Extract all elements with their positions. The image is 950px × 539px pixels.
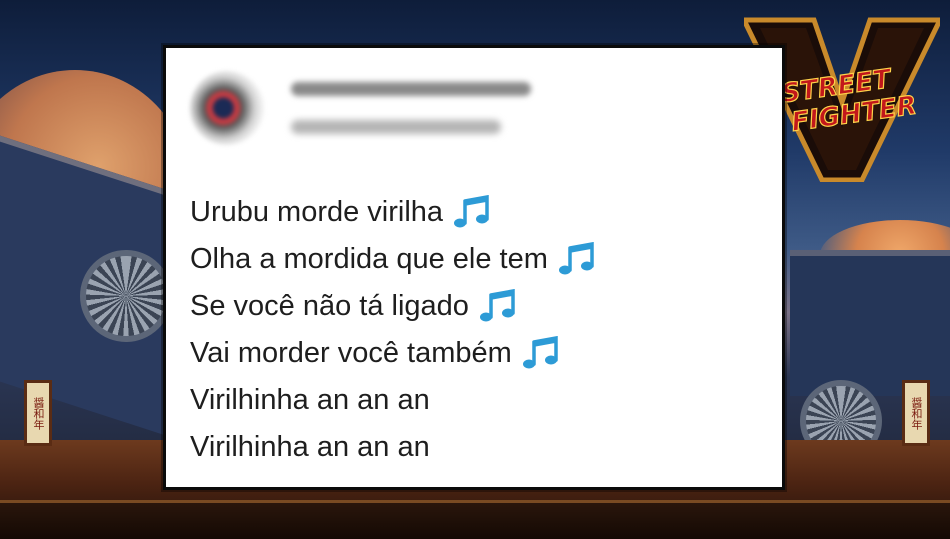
tweet-line-text: Urubu morde virilha [190,195,444,228]
stage-rail [0,500,950,539]
tweet-line-text: Vai morder você também [190,336,512,369]
temple-roof-right [790,250,950,396]
username-blurred[interactable] [291,120,501,134]
tweet-line-6: Virilhinha an an an [190,423,598,470]
musical-notes-icon [454,194,489,227]
tweet-line-5: Virilhinha an an an [190,376,598,423]
hanging-sign-right: 醤和年 [902,380,930,446]
musical-notes-icon [522,335,558,368]
musical-notes-icon [558,241,594,274]
tweet-line-text: Virilhinha an an an [190,430,430,463]
tweet-card: Urubu morde virilha Olha a mordida que e… [163,45,785,490]
tweet-line-1: Urubu morde virilha [190,188,598,235]
musical-notes-icon [479,288,515,321]
tweet-line-text: Se você não tá ligado [190,289,469,322]
wheel-ornament-left [80,250,172,342]
display-name-blurred[interactable] [291,82,531,96]
tweet-line-text: Virilhinha an an an [190,383,430,416]
tweet-text: Urubu morde virilha Olha a mordida que e… [190,188,598,470]
avatar[interactable] [190,71,264,145]
tweet-line-3: Se você não tá ligado [190,282,598,329]
tweet-line-text: Olha a mordida que ele tem [190,242,548,275]
hanging-sign-left: 醤和年 [24,380,52,446]
tweet-line-2: Olha a mordida que ele tem [190,235,598,282]
tweet-line-4: Vai morder você também [190,329,598,376]
